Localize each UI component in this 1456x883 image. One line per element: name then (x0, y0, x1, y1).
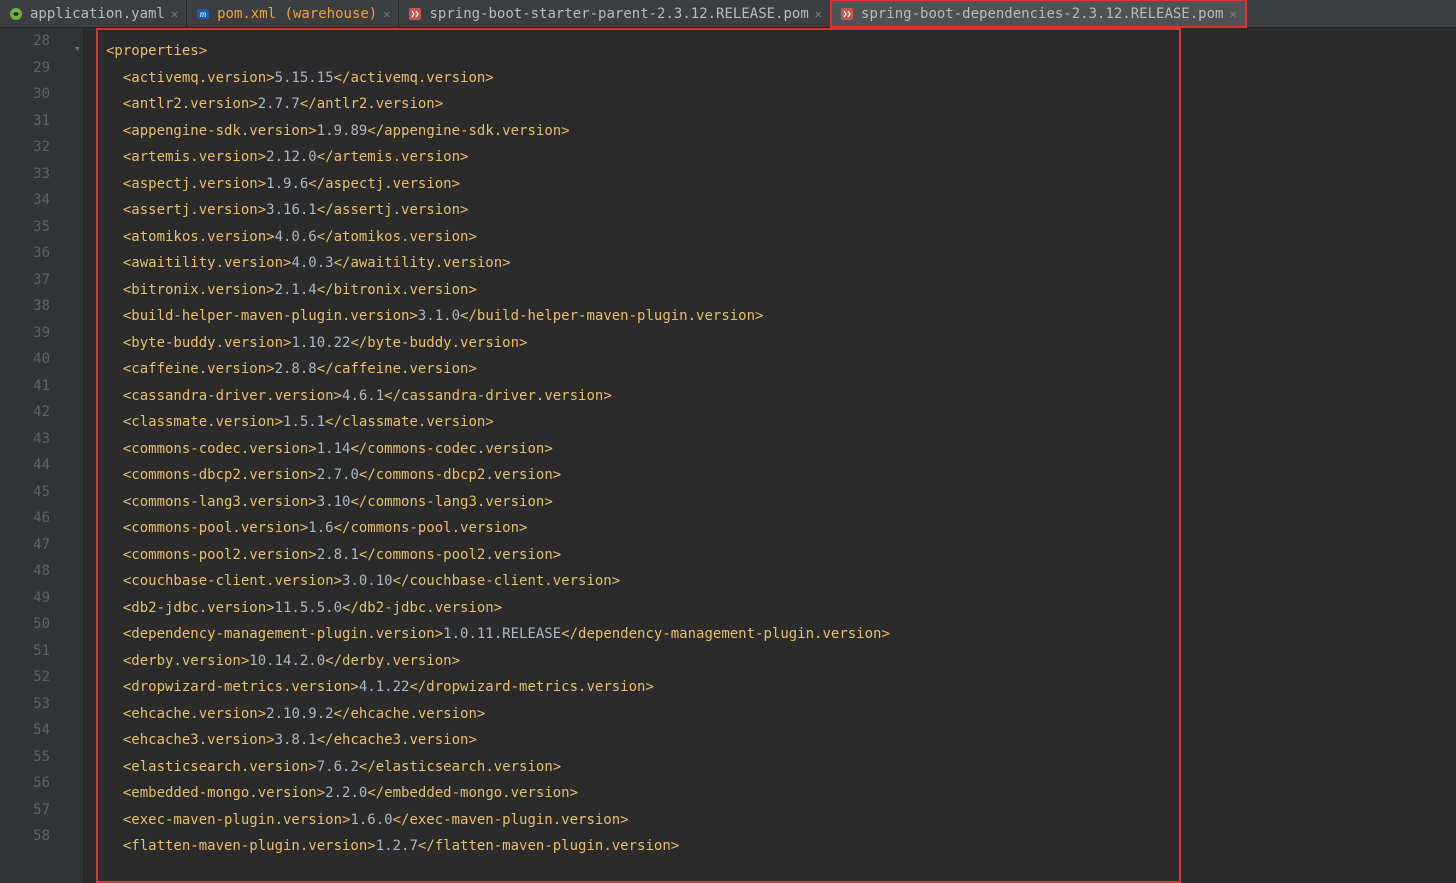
line-number: 53 (0, 691, 50, 718)
fold-gutter: ▾ (72, 28, 84, 883)
line-number: 49 (0, 585, 50, 612)
line-number: 36 (0, 240, 50, 267)
code-text[interactable]: <properties> <activemq.version>5.15.15</… (106, 38, 1171, 860)
editor: 2829303132333435363738394041424344454647… (0, 28, 1456, 883)
close-icon[interactable]: ✕ (815, 8, 822, 20)
line-number: 39 (0, 320, 50, 347)
line-number: 51 (0, 638, 50, 665)
line-number: 34 (0, 187, 50, 214)
tab-application-yaml[interactable]: application.yaml ✕ (0, 0, 187, 27)
line-number: 32 (0, 134, 50, 161)
close-icon[interactable]: ✕ (171, 8, 178, 20)
line-number: 31 (0, 108, 50, 135)
line-number: 40 (0, 346, 50, 373)
spring-file-icon (8, 6, 24, 22)
fold-icon[interactable]: ▾ (74, 42, 81, 55)
tab-label: spring-boot-dependencies-2.3.12.RELEASE.… (861, 6, 1223, 22)
line-number: 28 (0, 28, 50, 55)
line-number-gutter: 2829303132333435363738394041424344454647… (0, 28, 72, 883)
line-number: 45 (0, 479, 50, 506)
line-number: 55 (0, 744, 50, 771)
highlighted-region: <properties> <activemq.version>5.15.15</… (96, 28, 1181, 883)
line-number: 56 (0, 770, 50, 797)
line-number: 38 (0, 293, 50, 320)
line-number: 37 (0, 267, 50, 294)
pom-file-icon (839, 6, 855, 22)
line-number: 33 (0, 161, 50, 188)
line-number: 35 (0, 214, 50, 241)
line-number: 47 (0, 532, 50, 559)
code-area[interactable]: <properties> <activemq.version>5.15.15</… (84, 28, 1456, 883)
line-number: 50 (0, 611, 50, 638)
line-number: 29 (0, 55, 50, 82)
pom-file-icon (407, 6, 423, 22)
tab-spring-boot-starter-parent-2-3-12-release-pom[interactable]: spring-boot-starter-parent-2.3.12.RELEAS… (399, 0, 831, 27)
line-number: 30 (0, 81, 50, 108)
line-number: 41 (0, 373, 50, 400)
tab-label: pom.xml (warehouse) (217, 6, 377, 22)
maven-file-icon: m (195, 6, 211, 22)
line-number: 42 (0, 399, 50, 426)
line-number: 43 (0, 426, 50, 453)
line-number: 57 (0, 797, 50, 824)
line-number: 48 (0, 558, 50, 585)
tab-spring-boot-dependencies-2-3-12-release-pom[interactable]: spring-boot-dependencies-2.3.12.RELEASE.… (831, 0, 1246, 27)
tab-label: application.yaml (30, 6, 165, 22)
tab-bar: application.yaml ✕ m pom.xml (warehouse) ✕ sp… (0, 0, 1456, 28)
close-icon[interactable]: ✕ (1229, 8, 1236, 20)
line-number: 54 (0, 717, 50, 744)
svg-text:m: m (200, 9, 207, 19)
tab-pom-xml-warehouse-[interactable]: m pom.xml (warehouse) ✕ (187, 0, 399, 27)
line-number: 58 (0, 823, 50, 850)
tab-label: spring-boot-starter-parent-2.3.12.RELEAS… (429, 6, 808, 22)
line-number: 52 (0, 664, 50, 691)
line-number: 44 (0, 452, 50, 479)
close-icon[interactable]: ✕ (383, 8, 390, 20)
line-number: 46 (0, 505, 50, 532)
